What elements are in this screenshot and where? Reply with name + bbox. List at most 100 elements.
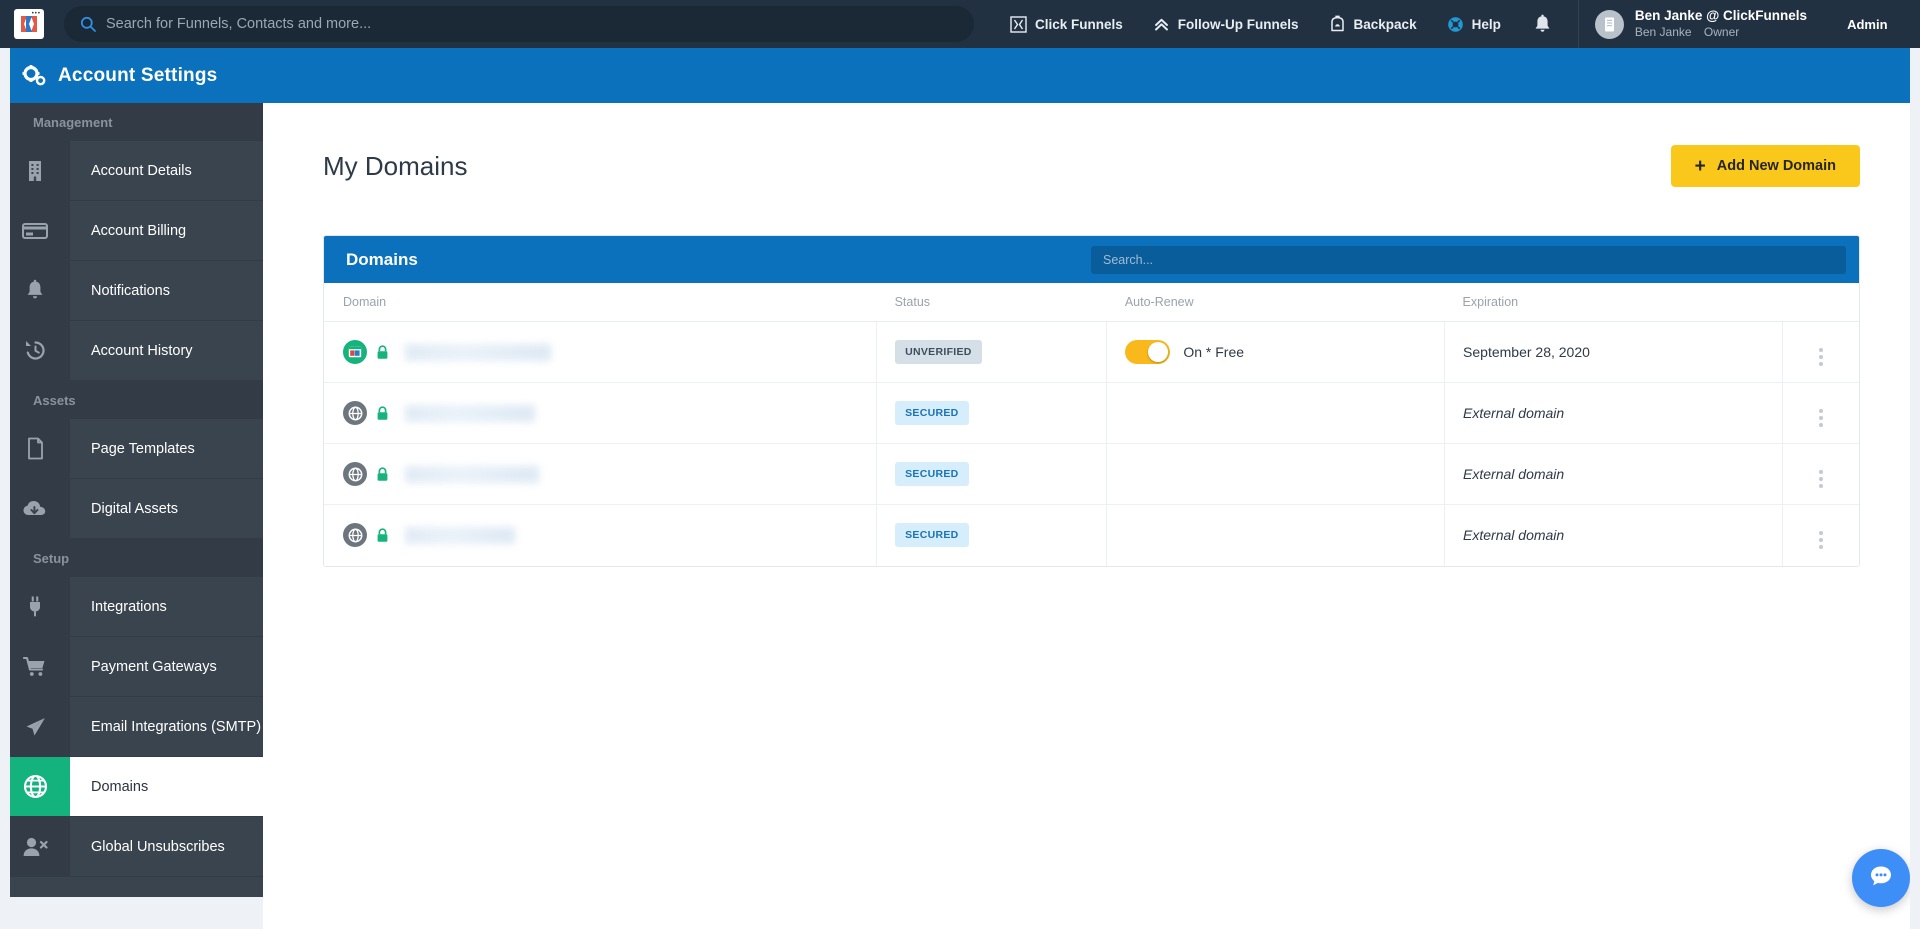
cell-domain — [324, 444, 877, 505]
notification-bell-icon[interactable] — [1533, 14, 1552, 35]
browser-window-icon — [343, 340, 367, 364]
top-navigation-bar: ••• Click Funnels — [0, 0, 1920, 48]
cell-domain — [324, 505, 877, 566]
nav-link-label: Click Funnels — [1035, 17, 1123, 32]
chat-support-button[interactable] — [1852, 849, 1910, 907]
sidebar-item-global-unsubscribes[interactable]: Global Unsubscribes — [0, 817, 263, 877]
kebab-menu-icon[interactable] — [1819, 348, 1823, 366]
table-row[interactable]: SECURED External domain — [324, 444, 1859, 505]
sidebar-item-page-templates[interactable]: Page Templates — [0, 419, 263, 479]
sidebar-item-domains[interactable]: Domains — [0, 757, 263, 817]
auto-renew-cell: On * Free — [1107, 340, 1444, 364]
nav-divider — [1578, 0, 1579, 48]
sidebar-item-integrations[interactable]: Integrations — [0, 577, 263, 637]
logo-dots: ••• — [32, 11, 41, 17]
cell-domain — [324, 383, 877, 444]
clickfunnels-icon — [1010, 16, 1027, 33]
globe-icon — [343, 523, 367, 547]
nav-link-label: Help — [1472, 17, 1501, 32]
left-edge-gutter — [0, 48, 10, 929]
domains-search-input[interactable] — [1091, 246, 1846, 274]
backpack-icon — [1329, 15, 1346, 33]
globe-icon — [0, 757, 70, 816]
status-badge: UNVERIFIED — [895, 340, 982, 364]
domains-panel: Domains Domain Status Auto-Renew Expirat… — [323, 235, 1860, 567]
chat-bubble-icon — [1866, 861, 1896, 896]
right-edge-gutter — [1910, 48, 1920, 929]
cell-expiration: External domain — [1445, 505, 1783, 566]
sidebar: Management Account Details — [0, 103, 263, 897]
nav-link-label: Backpack — [1354, 17, 1417, 32]
add-new-domain-label: Add New Domain — [1717, 158, 1836, 174]
domains-table: Domain Status Auto-Renew Expiration — [324, 283, 1859, 566]
plug-icon — [0, 577, 70, 636]
sidebar-item-label: Account Details — [70, 141, 263, 200]
page-body: Management Account Details — [0, 103, 1920, 929]
user-remove-icon — [0, 817, 70, 876]
cell-expiration: September 28, 2020 — [1445, 322, 1783, 383]
sidebar-section-setup: Setup — [0, 539, 263, 577]
domain-name-masked — [405, 527, 515, 544]
nav-link-backpack[interactable]: Backpack — [1329, 15, 1417, 33]
table-row[interactable]: SECURED External domain — [324, 505, 1859, 566]
status-badge: SECURED — [895, 462, 968, 486]
sidebar-item-email-integrations[interactable]: Email Integrations (SMTP) — [0, 697, 263, 757]
domain-name-masked — [405, 344, 551, 361]
nav-link-click-funnels[interactable]: Click Funnels — [1010, 16, 1123, 33]
add-new-domain-button[interactable]: + Add New Domain — [1671, 145, 1860, 187]
user-account-menu[interactable]: Ben Janke @ ClickFunnels Ben Janke Owner — [1595, 8, 1807, 40]
sidebar-item-account-billing[interactable]: Account Billing — [0, 201, 263, 261]
admin-link[interactable]: Admin — [1847, 17, 1887, 32]
domain-cell — [324, 401, 876, 425]
history-clock-icon — [0, 321, 70, 380]
domain-cell — [324, 340, 876, 364]
user-subline: Ben Janke Owner — [1635, 25, 1807, 40]
cell-auto-renew — [1107, 444, 1445, 505]
sidebar-item-account-details[interactable]: Account Details — [0, 141, 263, 201]
sidebar-item-label: Email Integrations (SMTP) — [70, 697, 263, 756]
global-search-box[interactable] — [64, 6, 974, 42]
sidebar-item-label: Account History — [70, 321, 263, 380]
sidebar-item-account-history[interactable]: Account History — [0, 321, 263, 381]
sidebar-item-digital-assets[interactable]: Digital Assets — [0, 479, 263, 539]
lock-icon — [376, 345, 389, 360]
sidebar-item-payment-gateways[interactable]: Payment Gateways — [0, 637, 263, 697]
search-input[interactable] — [106, 16, 958, 32]
user-info: Ben Janke @ ClickFunnels Ben Janke Owner — [1635, 8, 1807, 40]
table-row[interactable]: SECURED External domain — [324, 383, 1859, 444]
user-display-name: Ben Janke @ ClickFunnels — [1635, 8, 1807, 25]
sidebar-item-label: Global Unsubscribes — [70, 817, 263, 876]
domain-name-masked — [405, 466, 539, 483]
kebab-menu-icon[interactable] — [1819, 409, 1823, 427]
sidebar-item-label: Page Templates — [70, 419, 263, 478]
domains-panel-header: Domains — [324, 236, 1859, 283]
user-role: Owner — [1704, 25, 1739, 39]
cell-auto-renew: On * Free — [1107, 322, 1445, 383]
table-row[interactable]: UNVERIFIED On * Free September 28, 2020 — [324, 322, 1859, 383]
kebab-menu-icon[interactable] — [1819, 531, 1823, 549]
expiration-text: External domain — [1445, 466, 1782, 482]
document-icon — [0, 419, 70, 478]
sidebar-item-label: Integrations — [70, 577, 263, 636]
sidebar-section-management: Management — [0, 103, 263, 141]
shopping-cart-icon — [0, 637, 70, 696]
kebab-menu-icon[interactable] — [1819, 470, 1823, 488]
user-name: Ben Janke — [1635, 25, 1692, 39]
status-badge: SECURED — [895, 401, 968, 425]
domain-cell — [324, 523, 876, 547]
auto-renew-toggle[interactable] — [1125, 340, 1170, 364]
column-header-expiration: Expiration — [1445, 283, 1783, 322]
nav-links-group: Click Funnels Follow-Up Funnels Backpack — [1010, 15, 1501, 33]
sidebar-item-label: Digital Assets — [70, 479, 263, 538]
chevron-up-double-icon — [1153, 16, 1170, 33]
page-title: My Domains — [323, 151, 467, 182]
nav-link-follow-up-funnels[interactable]: Follow-Up Funnels — [1153, 16, 1299, 33]
toggle-knob — [1148, 342, 1168, 362]
clickfunnels-logo-icon[interactable]: ••• — [14, 9, 44, 39]
column-header-auto-renew: Auto-Renew — [1107, 283, 1445, 322]
nav-link-help[interactable]: Help — [1447, 16, 1501, 33]
cell-expiration: External domain — [1445, 444, 1783, 505]
sidebar-item-notifications[interactable]: Notifications — [0, 261, 263, 321]
cell-status: SECURED — [877, 444, 1107, 505]
sidebar-item-label: Account Billing — [70, 201, 263, 260]
